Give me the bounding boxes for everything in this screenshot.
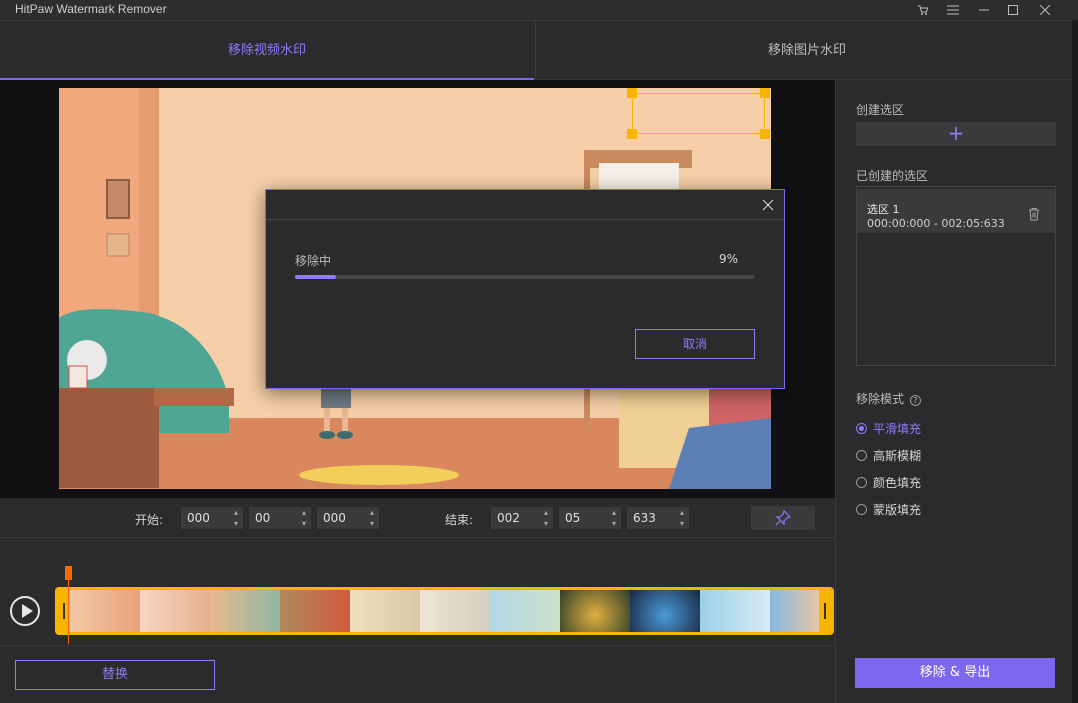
trim-handle-right[interactable]: [819, 590, 831, 632]
mode-label: 颜色填充: [873, 476, 922, 490]
radio-icon[interactable]: [856, 450, 867, 461]
spin-arrows-icon[interactable]: ▴ ▾: [302, 507, 306, 529]
end-millis-value: 633: [633, 511, 656, 525]
playhead-line: [68, 580, 69, 644]
clip-thumbnail: [490, 590, 560, 632]
plus-icon: +: [947, 121, 965, 145]
app-title: HitPaw Watermark Remover: [15, 2, 167, 16]
spin-arrows-icon[interactable]: ▴ ▾: [234, 507, 238, 529]
dialog-close-icon[interactable]: [762, 195, 774, 215]
start-seconds-input[interactable]: 00 ▴ ▾: [249, 507, 311, 529]
region-time-range: 000:00:000 - 002:05:633: [867, 217, 1005, 230]
help-icon[interactable]: ?: [909, 395, 921, 406]
tab-remove-video-watermark[interactable]: 移除视频水印: [0, 21, 534, 80]
clip-thumbnail: [630, 590, 700, 632]
play-icon[interactable]: [10, 596, 40, 626]
clip-thumbnail: [420, 590, 490, 632]
pin-icon: [775, 509, 792, 526]
menu-icon[interactable]: [943, 0, 963, 20]
remove-export-button[interactable]: 移除 & 导出: [855, 658, 1055, 688]
clip-thumbnail: [770, 590, 825, 632]
start-minutes-value: 000: [187, 511, 210, 525]
mode-label: 平滑填充: [873, 422, 922, 436]
window-edge: [1072, 20, 1078, 703]
replace-button[interactable]: 替换: [15, 660, 215, 690]
clip-thumbnail: [140, 590, 210, 632]
radio-icon[interactable]: [856, 504, 867, 515]
region-list: 选区 1 000:00:000 - 002:05:633: [856, 186, 1056, 366]
region-item[interactable]: 选区 1 000:00:000 - 002:05:633: [857, 189, 1055, 233]
maximize-icon[interactable]: [1003, 0, 1023, 20]
time-range-row: 开始: 000 ▴ ▾ 00 ▴ ▾ 000 ▴ ▾ 结束: 002 ▴ ▾ 05 ▴ ▾ 633 ▴…: [0, 498, 835, 538]
dialog-header: [266, 190, 784, 220]
spin-arrows-icon[interactable]: ▴ ▾: [612, 507, 616, 529]
clip-thumbnail: [280, 590, 350, 632]
selection-handle[interactable]: [760, 88, 770, 98]
clip-thumbnail: [70, 590, 140, 632]
mode-color-fill[interactable]: 颜色填充: [856, 474, 921, 492]
radio-icon[interactable]: [856, 477, 867, 488]
selection-handle[interactable]: [627, 88, 637, 98]
clip-thumbnail: [350, 590, 420, 632]
help-icon-glyph: ?: [913, 396, 918, 405]
create-region-label: 创建选区: [856, 103, 905, 117]
spin-arrows-icon[interactable]: ▴ ▾: [680, 507, 684, 529]
start-millis-value: 000: [323, 511, 346, 525]
mode-mask-fill[interactable]: 蒙版填充: [856, 501, 921, 519]
end-seconds-value: 05: [565, 511, 581, 525]
selection-handle[interactable]: [760, 129, 770, 139]
title-bar: HitPaw Watermark Remover: [0, 0, 1078, 20]
mode-smooth-fill[interactable]: 平滑填充: [856, 420, 921, 438]
pin-button[interactable]: [751, 506, 815, 530]
mode-label: 蒙版填充: [873, 503, 922, 517]
right-panel: 创建选区 + 已创建的选区 选区 1 000:00:000 - 002:05:6…: [835, 80, 1078, 703]
timeline: [0, 539, 835, 645]
spin-arrows-icon[interactable]: ▴ ▾: [544, 507, 548, 529]
progress-dialog: 移除中 9% 取消: [265, 189, 785, 389]
end-minutes-value: 002: [497, 511, 520, 525]
progress-percent: 9%: [718, 252, 738, 266]
start-seconds-value: 00: [255, 511, 271, 525]
created-regions-label: 已创建的选区: [856, 169, 929, 183]
start-minutes-input[interactable]: 000 ▴ ▾: [181, 507, 243, 529]
clip-thumbnail: [560, 590, 630, 632]
cart-icon[interactable]: [913, 0, 933, 20]
end-label: 结束:: [445, 513, 474, 527]
spin-arrows-icon[interactable]: ▴ ▾: [370, 507, 374, 529]
clip-strip[interactable]: [55, 587, 834, 635]
clip-thumbnail: [700, 590, 770, 632]
progress-label: 移除中: [295, 254, 332, 268]
removal-mode-text: 移除模式: [856, 392, 905, 406]
tab-bar: 移除视频水印 移除图片水印: [0, 20, 1078, 80]
mode-gaussian-blur[interactable]: 高斯模糊: [856, 447, 921, 465]
selection-handle[interactable]: [627, 129, 637, 139]
tab-remove-image-watermark[interactable]: 移除图片水印: [535, 21, 1078, 80]
close-icon[interactable]: [1035, 0, 1055, 20]
selection-box[interactable]: [632, 93, 765, 134]
region-name: 选区 1: [867, 203, 900, 216]
bottom-bar: 替换: [0, 645, 835, 703]
end-millis-input[interactable]: 633 ▴ ▾: [627, 507, 689, 529]
playhead-marker[interactable]: [65, 566, 72, 580]
minimize-icon[interactable]: [974, 0, 994, 20]
mode-label: 高斯模糊: [873, 449, 922, 463]
start-millis-input[interactable]: 000 ▴ ▾: [317, 507, 379, 529]
clip-thumbnail: [210, 590, 280, 632]
radio-selected-icon[interactable]: [856, 423, 867, 434]
end-seconds-input[interactable]: 05 ▴ ▾: [559, 507, 621, 529]
trash-icon[interactable]: [1027, 206, 1041, 221]
removal-mode-label: 移除模式 ?: [856, 390, 921, 407]
progress-bar: [295, 275, 755, 279]
add-region-button[interactable]: +: [856, 122, 1056, 146]
cancel-button[interactable]: 取消: [635, 329, 755, 359]
progress-bar-fill: [295, 275, 337, 279]
start-label: 开始:: [135, 513, 164, 527]
end-minutes-input[interactable]: 002 ▴ ▾: [491, 507, 553, 529]
